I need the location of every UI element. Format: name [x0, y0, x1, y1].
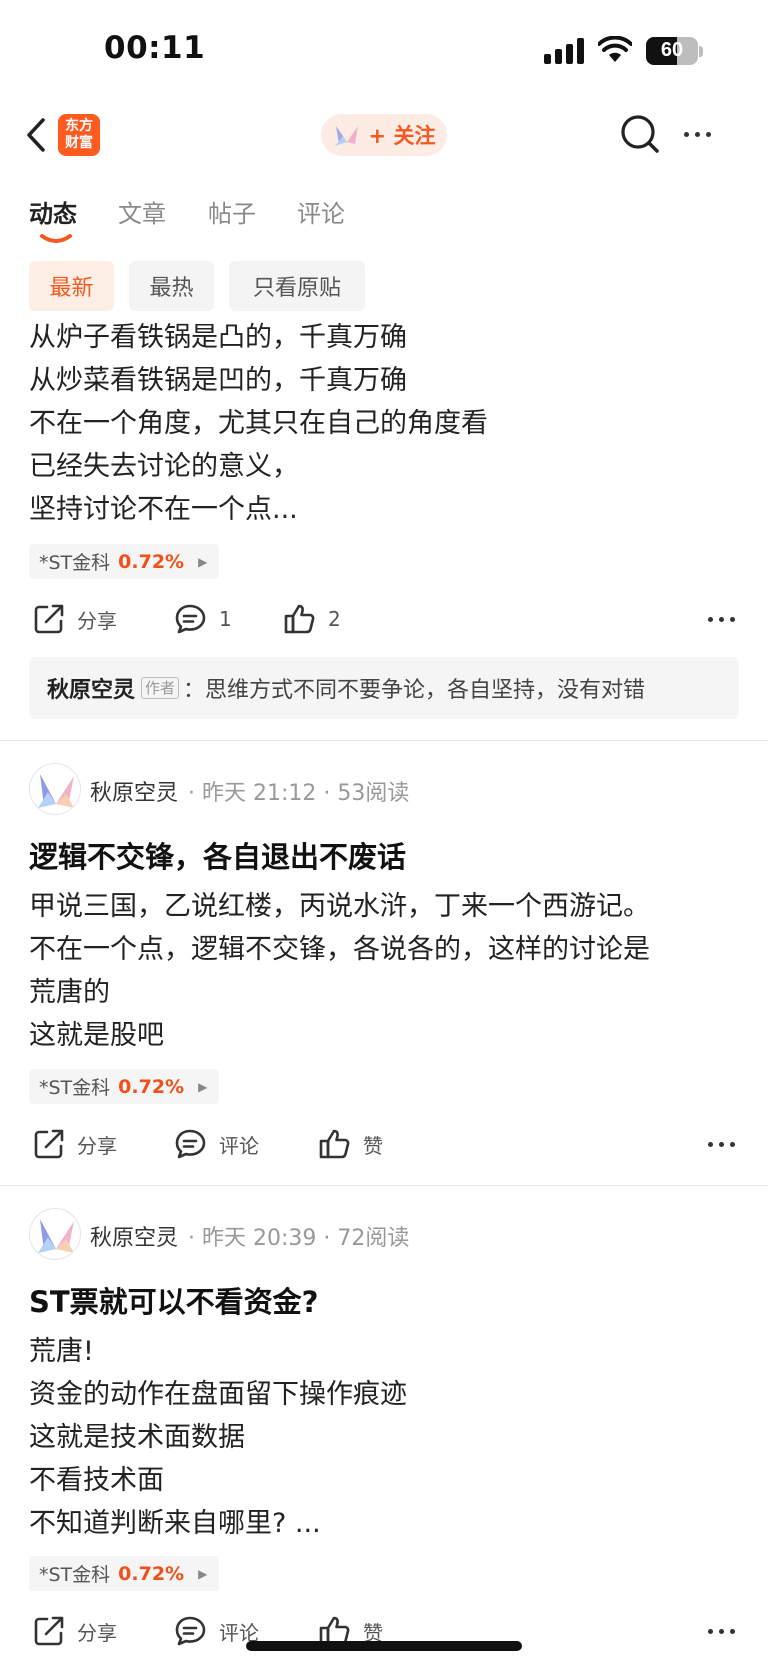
butterfly-icon	[334, 126, 358, 146]
logo-text-2: 财富	[65, 135, 93, 151]
post3-more-icon[interactable]	[708, 1629, 735, 1634]
butterfly-avatar-icon	[38, 1219, 74, 1253]
thumbs-up-icon	[284, 604, 315, 634]
post1-line: 不在一个角度，尤其只在自己的角度看	[29, 408, 488, 439]
post3-share-button[interactable]: 分享	[33, 1615, 117, 1647]
post3-line: 荒唐!	[29, 1336, 94, 1367]
eastmoney-logo: 东方 财富	[58, 114, 100, 156]
post2-title[interactable]: 逻辑不交锋，各自退出不废话	[29, 834, 406, 876]
post-meta: · 昨天 21:12 · 53阅读	[188, 781, 410, 806]
wifi-icon	[598, 36, 632, 62]
post-divider	[0, 1185, 768, 1186]
post1-share-button[interactable]: 分享	[33, 603, 117, 635]
post2-comment-button[interactable]: 评论	[174, 1128, 259, 1160]
post-meta: · 昨天 20:39 · 72阅读	[188, 1226, 410, 1251]
home-indicator[interactable]	[246, 1641, 522, 1651]
stock-name: *ST金科	[39, 552, 111, 574]
post3-line: 这就是技术面数据	[29, 1422, 245, 1453]
back-arrow-icon[interactable]	[26, 118, 46, 152]
more-menu-icon[interactable]	[684, 132, 711, 137]
comment-icon	[175, 1129, 206, 1159]
share-label: 分享	[77, 1133, 117, 1158]
stock-change: 0.72%	[118, 1562, 185, 1585]
post2-like-button[interactable]: 赞	[318, 1128, 383, 1160]
post2-more-icon[interactable]	[708, 1142, 735, 1147]
filter-original-only[interactable]: 只看原贴	[229, 261, 365, 311]
butterfly-avatar-icon	[38, 774, 74, 808]
tab-active-indicator	[40, 234, 72, 243]
post2-line: 甲说三国，乙说红楼，丙说水浒，丁来一个西游记。	[29, 891, 650, 922]
post1-body[interactable]: 从炉子看铁锅是凸的，千真万确 从炒菜看铁锅是凹的，千真万确 不在一个角度，尤其只…	[29, 316, 488, 531]
comment-icon	[175, 1616, 206, 1646]
share-icon	[34, 1129, 64, 1159]
follow-button[interactable]: + 关注	[321, 114, 447, 156]
stock-name: *ST金科	[39, 1564, 111, 1586]
post2-body[interactable]: 甲说三国，乙说红楼，丙说水浒，丁来一个西游记。 不在一个点，逻辑不交锋，各说各的…	[29, 885, 650, 1057]
post1-top-comment[interactable]: 秋原空灵 作者 ：思维方式不同不要争论，各自坚持，没有对错	[29, 657, 739, 719]
post2-line: 这就是股吧	[29, 1020, 164, 1051]
post3-line: 不看技术面	[29, 1465, 164, 1496]
author-name[interactable]: 秋原空灵	[90, 1220, 178, 1252]
post1-comment-button[interactable]: 1	[174, 603, 232, 635]
post1-line: 从炒菜看铁锅是凹的，千真万确	[29, 365, 407, 396]
logo-text-1: 东方	[65, 118, 93, 134]
battery-level: 60	[660, 39, 684, 61]
thumbs-up-icon	[319, 1129, 350, 1159]
post3-body[interactable]: 荒唐! 资金的动作在盘面留下操作痕迹 这就是技术面数据 不看技术面 不知道判断来…	[29, 1330, 407, 1545]
filter-latest[interactable]: 最新	[29, 261, 114, 311]
post1-line: 坚持讨论不在一个点...	[29, 494, 298, 525]
post2-share-button[interactable]: 分享	[33, 1128, 117, 1160]
post2-stock-tag[interactable]: *ST金科 0.72% ▶	[29, 1069, 219, 1104]
post3-stock-tag[interactable]: *ST金科 0.72% ▶	[29, 1556, 219, 1591]
post-divider	[0, 740, 768, 741]
filter-hottest[interactable]: 最热	[129, 261, 214, 311]
comment-text: ：思维方式不同不要争论，各自坚持，没有对错	[183, 678, 646, 703]
battery-icon: 60	[646, 37, 698, 65]
tab-comments[interactable]: 评论	[297, 194, 345, 229]
status-time: 00:11	[104, 30, 206, 66]
caret-right-icon: ▶	[198, 554, 208, 569]
post1-stock-tag[interactable]: *ST金科 0.72% ▶	[29, 544, 219, 579]
post3-author-line: 秋原空灵 · 昨天 20:39 · 72阅读	[90, 1220, 409, 1252]
stock-change: 0.72%	[118, 550, 185, 573]
comment-icon	[175, 604, 206, 634]
post1-line: 从炉子看铁锅是凸的，千真万确	[29, 322, 407, 353]
cellular-signal-icon	[544, 38, 586, 64]
post2-line: 不在一个点，逻辑不交锋，各说各的，这样的讨论是	[29, 934, 650, 965]
post2-author-line: 秋原空灵 · 昨天 21:12 · 53阅读	[90, 775, 409, 807]
author-name[interactable]: 秋原空灵	[90, 775, 178, 807]
stock-name: *ST金科	[39, 1077, 111, 1099]
post2-line: 荒唐的	[29, 977, 110, 1008]
share-icon	[34, 1616, 64, 1646]
share-label: 分享	[77, 1620, 117, 1645]
post3-line: 资金的动作在盘面留下操作痕迹	[29, 1379, 407, 1410]
avatar[interactable]	[29, 1208, 81, 1260]
caret-right-icon: ▶	[198, 1566, 208, 1581]
like-count: 2	[328, 607, 341, 631]
battery-tip	[699, 46, 703, 57]
author-tag: 作者	[141, 677, 180, 699]
caret-right-icon: ▶	[198, 1079, 208, 1094]
comment-author: 秋原空灵	[47, 678, 136, 703]
tab-posts[interactable]: 帖子	[208, 194, 256, 229]
like-label: 赞	[363, 1133, 383, 1158]
search-icon[interactable]	[620, 114, 660, 154]
follow-label: + 关注	[368, 124, 436, 148]
comment-count: 1	[219, 607, 232, 631]
post1-line: 已经失去讨论的意义，	[29, 451, 299, 482]
tab-articles[interactable]: 文章	[118, 194, 166, 229]
comment-label: 评论	[219, 1133, 259, 1158]
post3-line: 不知道判断来自哪里? ...	[29, 1508, 321, 1539]
share-label: 分享	[77, 608, 117, 633]
tab-dynamics[interactable]: 动态	[29, 194, 77, 229]
stock-change: 0.72%	[118, 1075, 185, 1098]
post1-like-button[interactable]: 2	[283, 603, 341, 635]
post3-title[interactable]: ST票就可以不看资金?	[29, 1279, 319, 1321]
share-icon	[34, 604, 64, 634]
avatar[interactable]	[29, 763, 81, 815]
post1-more-icon[interactable]	[708, 617, 735, 622]
